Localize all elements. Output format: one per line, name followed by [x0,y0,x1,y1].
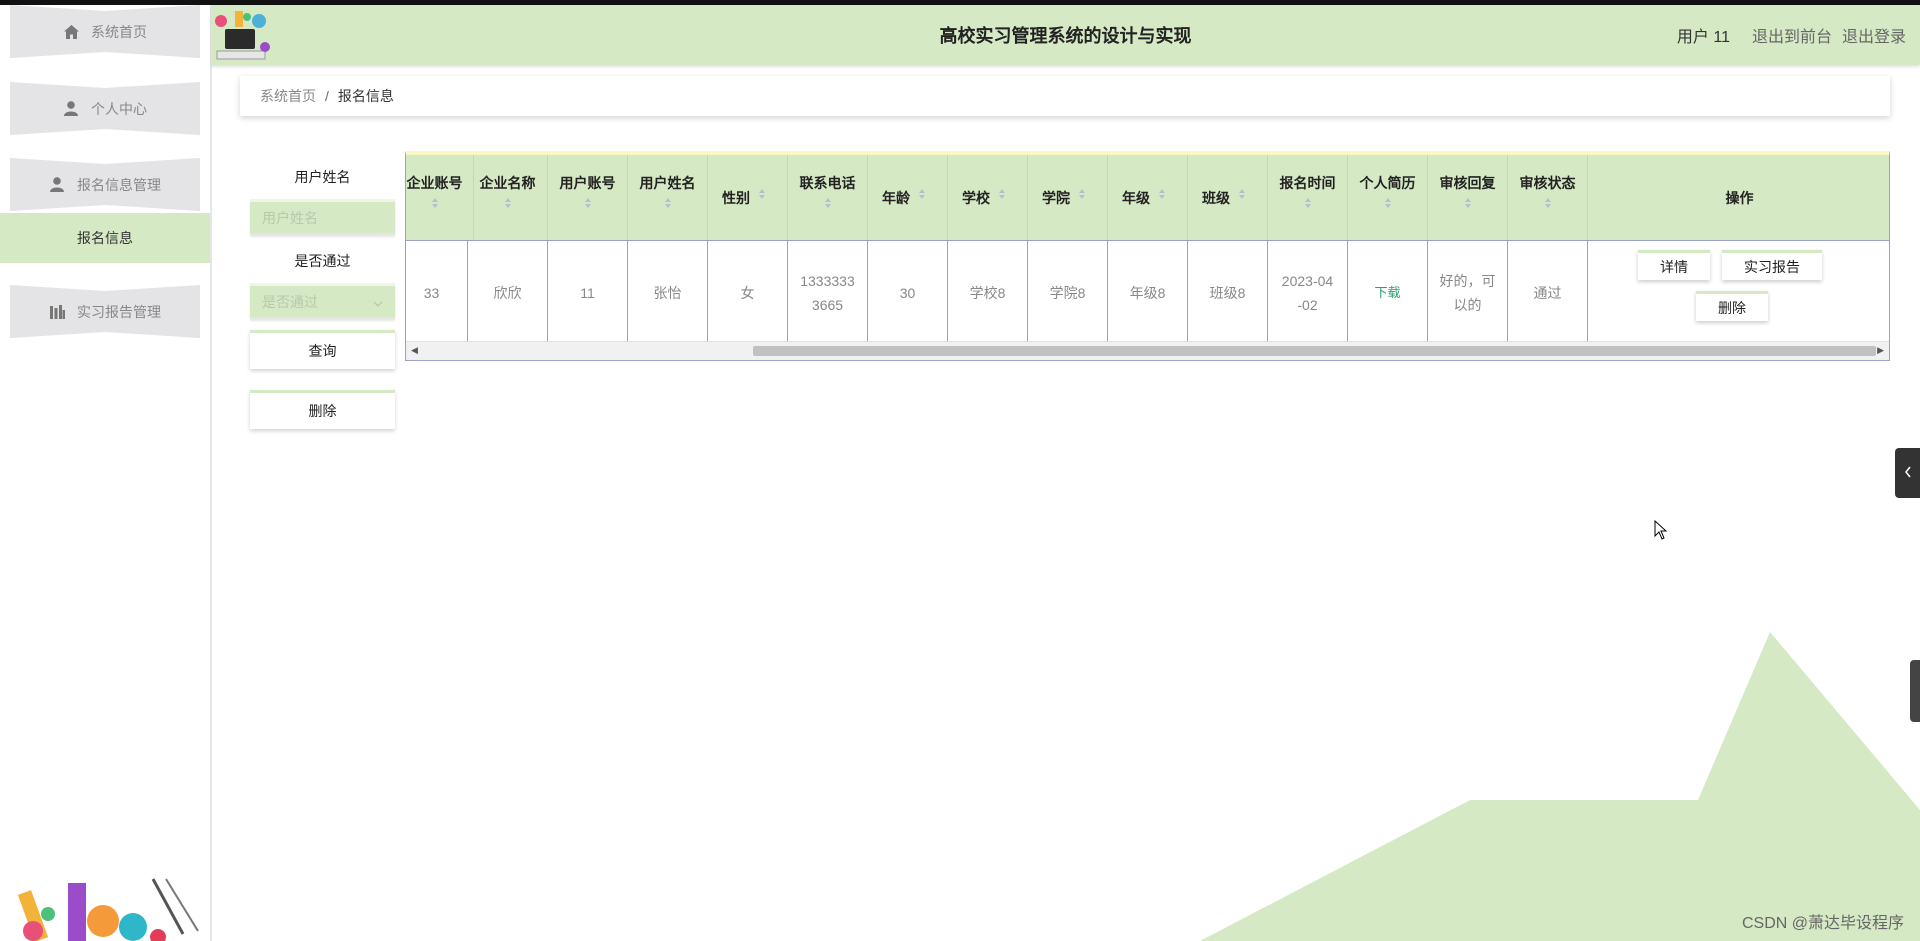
sidebar-item-label: 报名信息管理 [77,176,161,193]
column-header[interactable]: 学院 [1028,155,1108,240]
cell-school: 学校8 [948,241,1028,345]
sidebar-item-registration-management[interactable]: 报名信息管理 [10,158,200,211]
row-delete-button[interactable]: 删除 [1696,291,1768,321]
scrollbar-thumb[interactable] [753,346,1876,356]
sidebar-item-label: 实习报告管理 [77,303,161,320]
detail-button[interactable]: 详情 [1638,250,1710,280]
breadcrumb-separator: / [325,88,329,104]
column-header[interactable]: 联系电话 [788,155,868,240]
sidebar-item-personal-center[interactable]: 个人中心 [10,82,200,135]
sidebar-subitem-registration-info[interactable]: 报名信息 [0,213,210,263]
edge-widget[interactable] [1910,660,1920,722]
search-name-placeholder: 用户姓名 [262,209,318,226]
cell-register-time: 2023-04 -02 [1268,241,1348,345]
column-header[interactable]: 学校 [948,155,1028,240]
sort-icon[interactable] [548,197,627,209]
cell-review-reply: 好的，可 以的 [1428,241,1508,345]
cell-company-account: 33 [406,241,468,345]
column-header[interactable]: 企业名称 [468,155,548,240]
sort-icon[interactable] [788,197,867,209]
watermark: CSDN @萧达毕设程序 [1741,915,1904,932]
home-icon [63,24,79,40]
sort-icon[interactable] [758,188,766,200]
chevron-down-icon [373,294,383,310]
column-header[interactable]: 年龄 [868,155,948,240]
sidebar-item-label: 系统首页 [91,23,147,40]
chart-icon [49,304,65,320]
search-pass-placeholder: 是否通过 [262,293,318,310]
cell-review-status: 通过 [1508,241,1588,345]
registration-table: 企业账号 企业名称 用户账号 用户姓名 性别 联系电话 年龄 学校 学院 年级 … [405,151,1890,361]
current-user: 用户 11 [1676,29,1730,46]
sort-icon[interactable] [1508,197,1587,209]
column-header[interactable]: 性别 [708,155,788,240]
sort-icon[interactable] [1158,188,1166,200]
column-header[interactable]: 用户姓名 [628,155,708,240]
chevron-left-icon [1904,466,1912,481]
scroll-right-icon[interactable]: ▶ [1877,345,1884,356]
sort-icon[interactable] [1238,188,1246,200]
column-header[interactable]: 审核回复 [1428,155,1508,240]
column-header[interactable]: 企业账号 [406,155,474,240]
cell-grade: 年级8 [1108,241,1188,345]
internship-report-button[interactable]: 实习报告 [1722,250,1822,280]
sort-icon[interactable] [1078,188,1086,200]
sort-icon[interactable] [1348,197,1427,209]
sidebar-decoration-art [17,878,199,941]
breadcrumb-home-link[interactable]: 系统首页 [260,86,316,106]
user-icon [63,101,79,117]
column-header[interactable]: 报名时间 [1268,155,1348,240]
sort-icon[interactable] [998,188,1006,200]
sort-icon[interactable] [1428,197,1507,209]
sidebar: 系统首页 个人中心 报名信息管理 报名信息 实习报告管理 [0,5,212,941]
sort-icon[interactable] [918,188,926,200]
background-decoration [1200,632,1920,941]
column-header[interactable]: 年级 [1108,155,1188,240]
sort-icon[interactable] [468,197,547,209]
sidebar-item-report-management[interactable]: 实习报告管理 [10,285,200,338]
column-header[interactable]: 用户账号 [548,155,628,240]
cell-college: 学院8 [1028,241,1108,345]
search-pass-select[interactable]: 是否通过 [250,283,395,319]
mouse-cursor-icon [1654,520,1668,540]
cell-gender: 女 [708,241,788,345]
cell-phone: 1333333 3665 [788,241,868,345]
cell-company-name: 欣欣 [468,241,548,345]
back-to-frontend-link[interactable]: 退出到前台 [1752,23,1832,47]
table-header: 企业账号 企业名称 用户账号 用户姓名 性别 联系电话 年龄 学校 学院 年级 … [406,155,1889,241]
collapse-panel-tab[interactable] [1895,448,1920,498]
top-header: 高校实习管理系统的设计与实现 用户 11 退出到前台 退出登录 [211,5,1920,65]
scroll-left-icon[interactable]: ◀ [411,345,418,356]
batch-delete-button[interactable]: 删除 [250,390,395,429]
cell-user-name: 张怡 [628,241,708,345]
cell-age: 30 [868,241,948,345]
breadcrumb-current: 报名信息 [337,88,394,104]
sidebar-item-label: 个人中心 [91,100,147,117]
resume-download-link[interactable]: 下载 [1348,241,1428,345]
column-header[interactable]: 审核状态 [1508,155,1588,240]
query-button[interactable]: 查询 [250,330,395,369]
cell-class: 班级8 [1188,241,1268,345]
breadcrumb: 系统首页 / 报名信息 [240,76,1890,116]
search-name-input[interactable]: 用户姓名 [250,199,395,235]
cell-user-account: 11 [548,241,628,345]
sidebar-subitem-label: 报名信息 [77,230,133,246]
search-name-label: 用户姓名 [294,169,351,185]
sort-icon[interactable] [628,197,707,209]
page-title: 高校实习管理系统的设计与实现 [939,26,1192,46]
sort-icon[interactable] [1268,197,1347,209]
logout-link[interactable]: 退出登录 [1842,23,1906,47]
horizontal-scrollbar[interactable]: ◀ ▶ [406,341,1889,360]
search-pass-label: 是否通过 [294,253,351,269]
column-header-actions: 操作 [1725,190,1754,206]
table-row: 33 欣欣 11 张怡 女 1333333 3665 30 学校8 学院8 年级… [406,241,1889,345]
column-header[interactable]: 班级 [1188,155,1268,240]
cell-actions: 详情 实习报告 删除 [1588,241,1889,345]
user-icon [49,177,65,193]
column-header[interactable]: 个人简历 [1348,155,1428,240]
sidebar-item-home[interactable]: 系统首页 [10,5,200,58]
sort-icon[interactable] [406,197,473,209]
